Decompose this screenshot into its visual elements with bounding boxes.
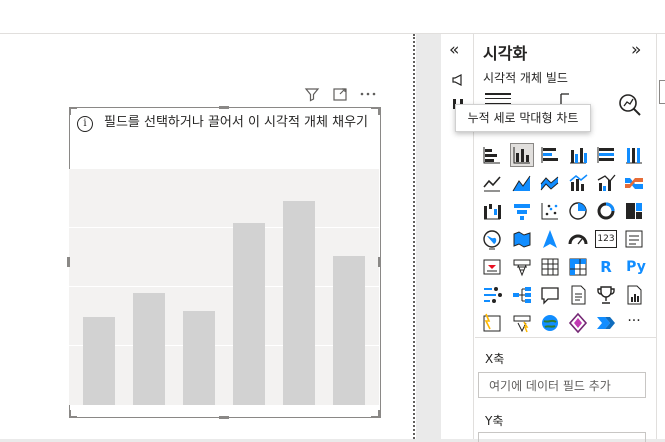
focus-mode-icon[interactable]: [331, 86, 349, 104]
pane-subtitle: 시각적 개체 빌드: [483, 71, 568, 85]
r-script-visual-icon[interactable]: R: [595, 256, 617, 278]
power-apps-icon[interactable]: [481, 312, 503, 334]
azure-map-icon[interactable]: [539, 228, 561, 250]
stacked-bar-chart-icon[interactable]: [481, 144, 503, 166]
goals-trophy-icon[interactable]: [595, 284, 617, 306]
arcgis-map-icon[interactable]: [539, 312, 561, 334]
placeholder-bar: [283, 201, 315, 405]
waterfall-chart-icon[interactable]: [481, 200, 503, 222]
resize-handle[interactable]: [378, 107, 380, 115]
resize-handle[interactable]: [378, 257, 381, 267]
pane-left-strip: [441, 34, 474, 439]
placeholder-bar: [233, 223, 265, 405]
gauge-icon[interactable]: [567, 228, 589, 250]
multi-row-card-icon[interactable]: [623, 228, 645, 250]
visual-placeholder-text: 필드를 선택하거나 끌어서 이 시각적 개체 채우기: [104, 115, 368, 130]
key-influencers-icon[interactable]: [481, 284, 503, 306]
scatter-chart-icon[interactable]: [539, 200, 561, 222]
power-apps-visual-icon[interactable]: [567, 312, 589, 334]
line-chart-icon[interactable]: [481, 172, 503, 194]
kpi-icon[interactable]: [481, 256, 503, 278]
tooltip: 누적 세로 막대형 차트: [455, 104, 591, 132]
filled-map-icon[interactable]: [511, 228, 533, 250]
visual-type-gallery: 123 R Py ···: [481, 143, 649, 334]
placeholder-bar: [333, 256, 365, 405]
resize-handle[interactable]: [219, 106, 229, 109]
line-and-stacked-column-chart-icon[interactable]: [567, 172, 589, 194]
placeholder-bar: [133, 293, 165, 405]
qa-visual-icon[interactable]: [539, 284, 561, 306]
pie-chart-icon[interactable]: [567, 200, 589, 222]
y-axis-drop-zone[interactable]: [478, 432, 646, 442]
page-boundary: [413, 34, 415, 439]
map-icon[interactable]: [481, 228, 503, 250]
ribbon-chart-icon[interactable]: [623, 172, 645, 194]
100-stacked-column-chart-icon[interactable]: [623, 144, 645, 166]
y-axis-well-label: Y축: [485, 414, 504, 428]
line-and-clustered-column-chart-icon[interactable]: [595, 172, 617, 194]
100-stacked-bar-chart-icon[interactable]: [595, 144, 617, 166]
gridline: [69, 227, 379, 228]
filter-icon[interactable]: [303, 86, 321, 104]
power-automate-flow-icon[interactable]: [595, 312, 617, 334]
clustered-column-chart-icon[interactable]: [567, 144, 589, 166]
info-icon: i: [77, 116, 93, 132]
card-icon[interactable]: 123: [595, 230, 617, 248]
python-visual-icon[interactable]: Py: [623, 256, 649, 278]
clustered-bar-chart-icon[interactable]: [539, 144, 561, 166]
more-options-icon[interactable]: [359, 86, 377, 104]
expand-pane-button[interactable]: »: [631, 40, 641, 60]
funnel-chart-icon[interactable]: [511, 200, 533, 222]
fields-search-box[interactable]: [659, 80, 665, 104]
resize-handle[interactable]: [219, 416, 229, 419]
analytics-icon[interactable]: [617, 92, 643, 122]
canvas-gutter: [416, 34, 441, 439]
donut-chart-icon[interactable]: [595, 200, 617, 222]
stacked-area-chart-icon[interactable]: [539, 172, 561, 194]
stacked-column-chart-icon[interactable]: [510, 143, 534, 167]
area-chart-icon[interactable]: [511, 172, 533, 194]
matrix-icon[interactable]: [567, 256, 589, 278]
resize-handle[interactable]: [67, 257, 70, 267]
smart-narrative-icon[interactable]: [567, 284, 589, 306]
decomposition-tree-icon[interactable]: [511, 284, 533, 306]
placeholder-bar: [83, 317, 115, 405]
megaphone-icon[interactable]: [450, 72, 466, 92]
power-automate-icon[interactable]: [511, 312, 533, 334]
collapse-filters-button[interactable]: «: [449, 40, 459, 60]
resize-handle[interactable]: [69, 410, 71, 418]
resize-handle[interactable]: [378, 410, 380, 418]
x-axis-well-label: X축: [485, 352, 505, 366]
placeholder-bar: [183, 311, 215, 405]
ribbon-area: [0, 0, 665, 34]
x-axis-drop-zone[interactable]: 여기에 데이터 필드 추가: [478, 372, 646, 398]
section-divider: [475, 337, 656, 338]
resize-handle[interactable]: [69, 107, 71, 115]
table-icon[interactable]: [539, 256, 561, 278]
pane-title: 시각화: [483, 44, 528, 63]
slicer-icon[interactable]: [511, 256, 533, 278]
more-visuals-button[interactable]: ···: [623, 312, 645, 334]
treemap-icon[interactable]: [623, 200, 645, 222]
paginated-report-icon[interactable]: [623, 284, 645, 306]
